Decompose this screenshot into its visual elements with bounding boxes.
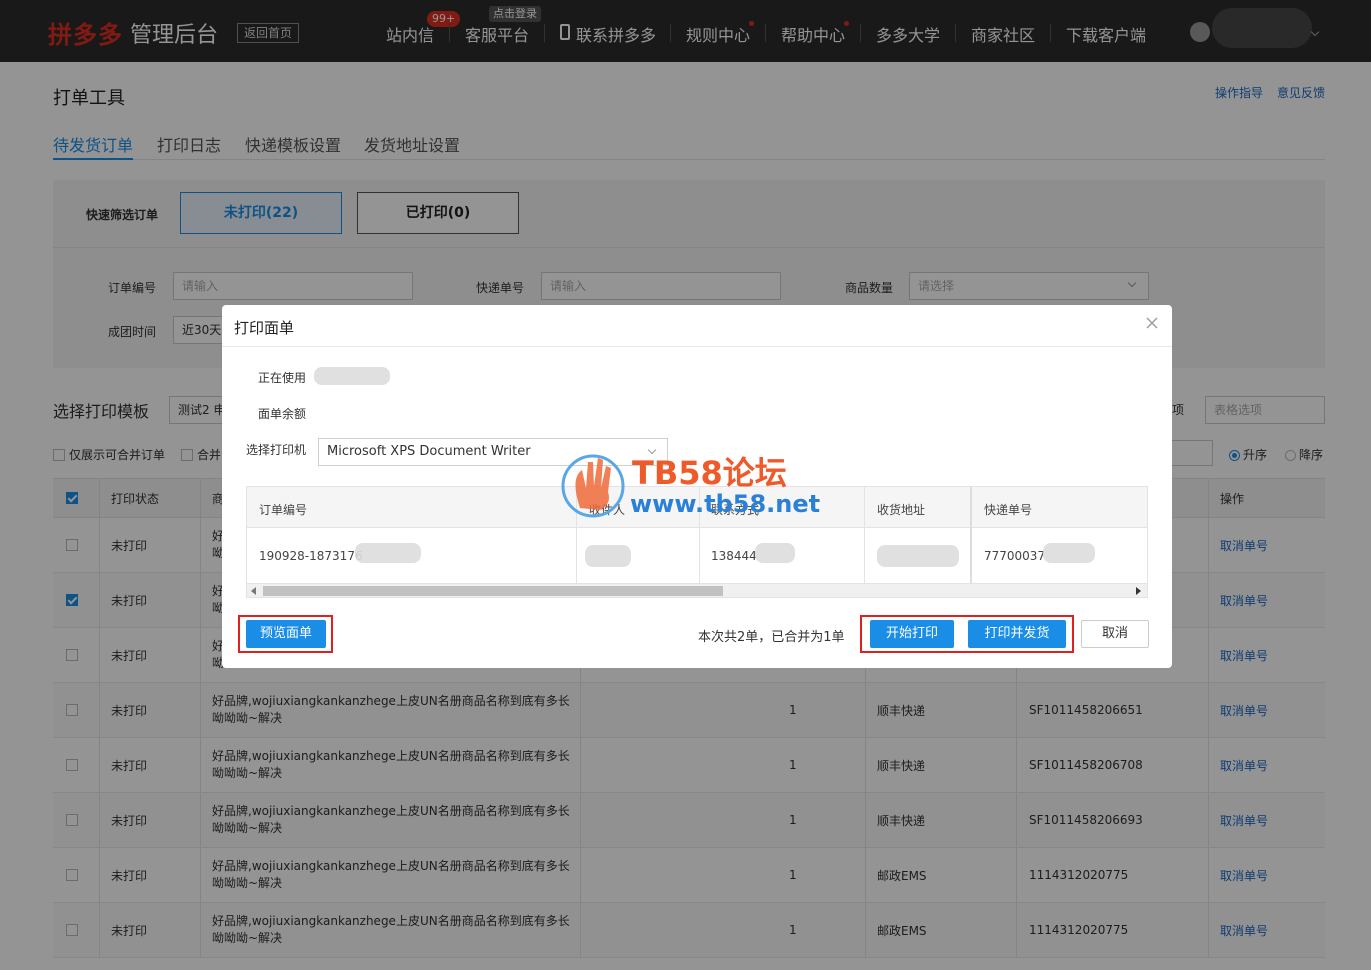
col-tracking-no: 快递单号 xyxy=(984,503,1033,517)
watermark-url: www.tb58.net xyxy=(630,490,821,518)
in-use-value-blurred xyxy=(314,367,390,385)
column-divider xyxy=(970,487,972,583)
hand-logo-icon xyxy=(561,454,625,518)
cell-tracking-no: 77700037 xyxy=(984,549,1046,563)
address-blurred xyxy=(877,545,959,567)
balance-label: 面单余额 xyxy=(258,407,307,421)
contact-blurred xyxy=(755,543,795,563)
close-icon[interactable] xyxy=(1144,315,1160,331)
recipient-blurred xyxy=(585,545,631,567)
preview-waybill-button[interactable]: 预览面单 xyxy=(246,620,326,648)
in-use-label: 正在使用 xyxy=(258,371,307,385)
scroll-right-icon[interactable] xyxy=(1136,587,1141,595)
scrollbar-thumb[interactable] xyxy=(263,586,723,596)
col-order-no: 订单编号 xyxy=(259,503,308,517)
order-no-blurred xyxy=(355,543,421,563)
printer-label: 选择打印机 xyxy=(246,443,307,457)
cell-contact: 138444 xyxy=(711,549,757,563)
tracking-blurred xyxy=(1043,543,1095,563)
cancel-button[interactable]: 取消 xyxy=(1081,620,1149,648)
watermark-title: TB58论坛 xyxy=(632,454,787,492)
merge-summary: 本次共2单，已合并为1单 xyxy=(698,630,845,645)
dialog-title: 打印面单 xyxy=(234,319,295,337)
scroll-left-icon[interactable] xyxy=(251,587,256,595)
dialog-header: 打印面单 xyxy=(222,305,1172,347)
col-address: 收货地址 xyxy=(877,503,926,517)
cell-order-no: 190928-1873176 xyxy=(259,549,363,563)
column-divider xyxy=(864,487,865,583)
start-print-button[interactable]: 开始打印 xyxy=(870,620,954,648)
horizontal-scrollbar[interactable] xyxy=(247,583,1147,597)
print-and-ship-button[interactable]: 打印并发货 xyxy=(968,620,1066,648)
